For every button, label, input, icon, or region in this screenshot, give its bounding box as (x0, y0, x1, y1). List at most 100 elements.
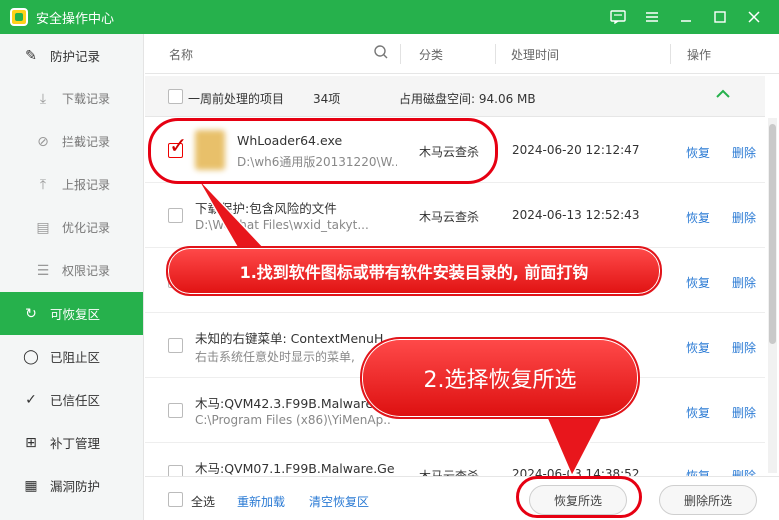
scrollbar-thumb[interactable] (769, 124, 776, 344)
footer-bar: 全选 重新加载 清空恢复区 恢复所选 删除所选 (145, 476, 779, 520)
block-icon: ⊘ (37, 133, 49, 150)
group-header[interactable]: 一周前处理的项目 34项 占用磁盘空间: 94.06 MB (145, 76, 765, 117)
delete-link[interactable]: 删除 (732, 274, 756, 291)
restore-link[interactable]: 恢复 (686, 209, 710, 226)
header-action: 操作 (687, 48, 712, 62)
sidebar-item-label: 漏洞防护 (50, 479, 101, 494)
sidebar-item-blocked-zone[interactable]: ◯ 已阻止区 (0, 335, 143, 378)
column-divider (495, 44, 496, 64)
row-category: 木马云查杀 (419, 469, 480, 476)
app-logo-icon (10, 8, 28, 26)
row-checkbox[interactable] (168, 465, 183, 476)
select-all-label[interactable]: 全选 (191, 493, 215, 510)
sidebar-item-label: 可恢复区 (50, 307, 101, 322)
restore-link[interactable]: 恢复 (686, 339, 710, 356)
row-name: 下载保护:包含风险的文件 (195, 201, 337, 216)
download-icon: ⤓ (39, 90, 47, 107)
sidebar-item-label: 拦截记录 (62, 135, 111, 149)
restore-icon: ↻ (25, 305, 37, 322)
window-controls (601, 0, 771, 34)
group-checkbox[interactable] (168, 89, 183, 104)
shield-block-icon: ◯ (23, 348, 39, 365)
restore-link[interactable]: 恢复 (686, 274, 710, 291)
delete-link[interactable]: 删除 (732, 144, 756, 161)
search-icon[interactable] (373, 44, 389, 63)
highlight-ring-row (148, 118, 498, 184)
upload-icon: ⤒ (39, 176, 47, 193)
delete-link[interactable]: 删除 (732, 209, 756, 226)
sidebar-item-optimize-log[interactable]: ▤ 优化记录 (0, 206, 143, 249)
menu-icon[interactable] (635, 0, 669, 34)
row-name: 木马:QVM07.1.F99B.Malware.Gen (195, 461, 395, 476)
sidebar-item-trusted-zone[interactable]: ✓ 已信任区 (0, 378, 143, 421)
delete-link[interactable]: 删除 (732, 467, 756, 476)
sidebar-item-label: 已信任区 (50, 393, 101, 408)
header-category: 分类 (419, 48, 444, 62)
table-row[interactable]: 木马:QVM07.1.F99B.Malware.Gen 木马云查杀 2024-0… (145, 443, 765, 476)
header-time: 处理时间 (511, 48, 560, 62)
maximize-icon[interactable] (703, 0, 737, 34)
app-title: 安全操作中心 (36, 11, 115, 27)
clipboard-icon: ▤ (36, 219, 50, 236)
sliders-icon: ☰ (36, 262, 50, 279)
row-name: 木马:QVM42.3.F99B.Malware... (195, 396, 385, 411)
sidebar-item-permission-log[interactable]: ☰ 权限记录 (0, 249, 143, 292)
shield-check-icon: ✓ (25, 391, 37, 408)
row-time: 2024-06-03 14:38:52 (512, 467, 640, 476)
row-path: 右击系统任意处时显示的菜单, (195, 350, 355, 364)
minimize-icon[interactable] (669, 0, 703, 34)
sidebar-item-label: 补丁管理 (50, 436, 101, 451)
row-time: 2024-06-13 12:52:43 (512, 208, 640, 222)
annotation-step1: 1.找到软件图标或带有软件安装目录的, 前面打钩 (166, 246, 662, 296)
restore-link[interactable]: 恢复 (686, 467, 710, 476)
restore-link[interactable]: 恢复 (686, 144, 710, 161)
row-checkbox[interactable] (168, 403, 183, 418)
group-count: 34项 (313, 92, 341, 106)
sidebar-item-recovery-zone[interactable]: ↻ 可恢复区 (0, 292, 143, 335)
group-label: 一周前处理的项目 (188, 92, 285, 106)
sidebar-item-block-log[interactable]: ⊘ 拦截记录 (0, 120, 143, 163)
row-path: C:\Program Files (x86)\YiMenAp... (195, 413, 390, 427)
highlight-ring-button (516, 476, 642, 518)
sidebar-item-label: 上报记录 (62, 178, 111, 192)
title-bar: 安全操作中心 (0, 0, 779, 34)
annotation-step2: 2.选择恢复所选 (360, 337, 640, 419)
chevron-up-icon[interactable] (715, 86, 731, 105)
grid-icon: ⊞ (25, 434, 37, 451)
row-path: D:\WeChat Files\wxid_takyt... (195, 218, 369, 232)
row-name: 未知的右键菜单: ContextMenuH... (195, 331, 385, 346)
sidebar-item-label: 防护记录 (50, 49, 101, 64)
sidebar-item-label: 下载记录 (62, 92, 111, 106)
sidebar-item-protection-log[interactable]: ✎ 防护记录 (0, 34, 143, 77)
delete-link[interactable]: 删除 (732, 339, 756, 356)
table-row[interactable]: 下载保护:包含风险的文件 D:\WeChat Files\wxid_takyt.… (145, 183, 765, 248)
group-disk-usage: 占用磁盘空间: 94.06 MB (399, 92, 536, 106)
sidebar-item-patch-management[interactable]: ⊞ 补丁管理 (0, 421, 143, 464)
sidebar-item-upload-log[interactable]: ⤒ 上报记录 (0, 163, 143, 206)
feedback-icon[interactable] (601, 0, 635, 34)
close-icon[interactable] (737, 0, 771, 34)
sidebar-item-download-log[interactable]: ⤓ 下载记录 (0, 77, 143, 120)
header-name: 名称 (169, 48, 194, 62)
delete-selected-button[interactable]: 删除所选 (659, 485, 757, 515)
patch-icon: ▦ (24, 477, 38, 494)
sidebar: ✎ 防护记录 ⤓ 下载记录 ⊘ 拦截记录 ⤒ 上报记录 ▤ 优化记录 ☰ 权限记… (0, 34, 144, 520)
edit-icon: ✎ (25, 47, 37, 64)
sidebar-item-label: 已阻止区 (50, 350, 101, 365)
scrollbar[interactable] (768, 118, 777, 473)
sidebar-item-label: 权限记录 (62, 264, 111, 278)
row-checkbox[interactable] (168, 338, 183, 353)
table-header: 名称 分类 处理时间 操作 (145, 34, 779, 74)
row-category: 木马云查杀 (419, 210, 480, 224)
select-all-checkbox[interactable] (168, 492, 183, 507)
column-divider (400, 44, 401, 64)
sidebar-item-vulnerability-protection[interactable]: ▦ 漏洞防护 (0, 464, 143, 507)
clear-recovery-link[interactable]: 清空恢复区 (309, 493, 369, 510)
delete-link[interactable]: 删除 (732, 404, 756, 421)
row-time: 2024-06-20 12:12:47 (512, 143, 640, 157)
column-divider (670, 44, 671, 64)
reload-link[interactable]: 重新加载 (237, 493, 285, 510)
restore-link[interactable]: 恢复 (686, 404, 710, 421)
sidebar-item-label: 优化记录 (62, 221, 111, 235)
row-checkbox[interactable] (168, 208, 183, 223)
